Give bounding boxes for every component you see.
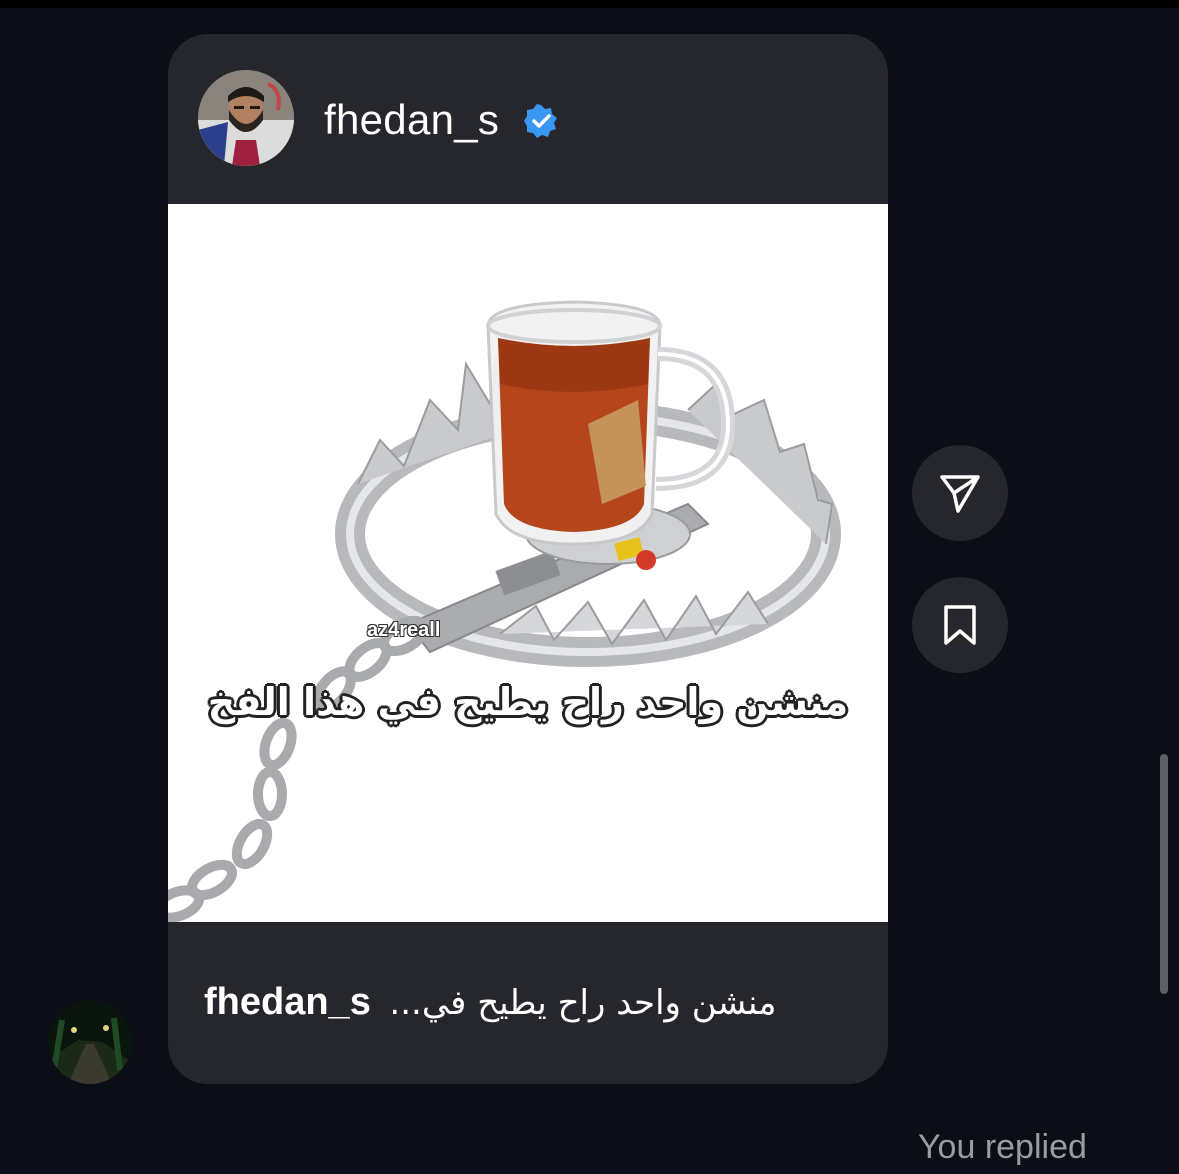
- image-watermark: az4reall: [367, 619, 441, 641]
- caption-username: fhedan_s: [204, 981, 371, 1023]
- caption-text: منشن واحد راح يطيح في...: [389, 983, 777, 1023]
- save-button[interactable]: [912, 577, 1008, 673]
- image-overlay-text: منشن واحد راح يطيح في هذا الفخ: [207, 680, 849, 724]
- send-icon: [940, 475, 980, 513]
- you-replied-label: You replied: [918, 1128, 1087, 1166]
- post-header[interactable]: fhedan_s: [168, 34, 888, 202]
- bear-trap-tea-illustration: [168, 300, 841, 922]
- shared-post-card[interactable]: fhedan_s az4reall منشن واحد راح يطيح في …: [168, 34, 888, 1084]
- sender-avatar[interactable]: [48, 1000, 132, 1084]
- post-author-avatar[interactable]: [198, 70, 294, 166]
- scrollbar[interactable]: [1160, 754, 1168, 994]
- dm-thread-screen: fhedan_s az4reall منشن واحد راح يطيح في …: [0, 0, 1179, 1174]
- top-divider: [0, 0, 1179, 8]
- verified-badge-icon: [524, 104, 557, 138]
- share-button[interactable]: [912, 445, 1008, 541]
- bookmark-icon: [944, 605, 976, 645]
- post-author-username[interactable]: fhedan_s: [324, 96, 499, 144]
- post-caption[interactable]: fhedan_s منشن واحد راح يطيح في...: [204, 974, 864, 1034]
- post-image[interactable]: az4reall منشن واحد راح يطيح في هذا الفخ: [168, 204, 888, 922]
